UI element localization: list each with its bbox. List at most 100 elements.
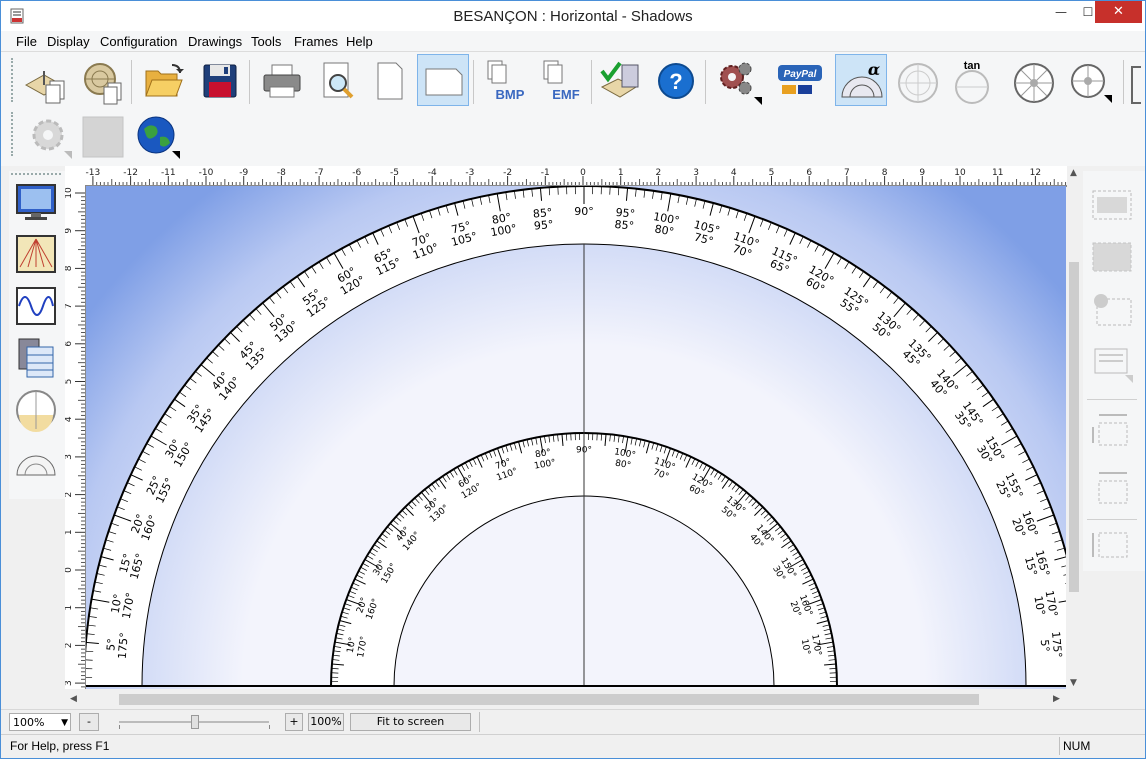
outer-label-primary: 90° (574, 205, 594, 218)
shape-insert-button[interactable] (1087, 287, 1137, 333)
landscape-button[interactable] (417, 54, 469, 106)
ruler-label: 0 (65, 567, 74, 573)
export-bmp-button[interactable]: BMP (481, 54, 533, 106)
toolbar-grip[interactable] (11, 58, 16, 102)
menu-frames[interactable]: Frames (294, 34, 338, 49)
chevron-down-icon: ▼ (61, 718, 68, 728)
image-block-button[interactable] (1087, 235, 1137, 281)
scroll-right-arrow[interactable]: ▶ (1053, 694, 1060, 704)
scroll-down-arrow[interactable]: ▼ (1070, 678, 1077, 688)
horizontal-scroll-thumb[interactable] (119, 694, 979, 705)
print-preview-button[interactable] (311, 54, 363, 106)
status-help-text: For Help, press F1 (10, 739, 110, 753)
ruler-label: -12 (123, 168, 138, 178)
list-insert-button[interactable] (1087, 339, 1137, 385)
settings-gears-icon (720, 62, 762, 105)
toolbar-area: BMP EMF ? PayPal α tan (1, 51, 1145, 166)
help-button[interactable]: ? (649, 54, 701, 106)
blank-tile-button[interactable] (77, 110, 129, 162)
calculate-button[interactable] (595, 54, 647, 106)
vertical-scrollbar[interactable]: ▲ ▼ (1067, 166, 1081, 691)
open-button[interactable] (137, 54, 189, 106)
protractor-button[interactable] (13, 439, 59, 485)
donate-button[interactable]: PayPal (773, 54, 825, 106)
puzzle-gear-button[interactable] (23, 110, 75, 162)
globe-icon (137, 116, 180, 159)
ruler-label: 0 (580, 168, 586, 178)
circle-grid-button[interactable] (891, 54, 943, 106)
height-arrows-button[interactable] (1087, 523, 1137, 569)
ruler-label: 1 (65, 605, 74, 611)
ruler-label: 10 (954, 168, 966, 178)
close-button[interactable]: ✕ (1095, 1, 1142, 23)
ruler-bg (65, 186, 85, 689)
ruler-label: -1 (541, 168, 550, 178)
monitor-grid-icon (16, 184, 56, 220)
dial-drum-button[interactable] (13, 387, 59, 433)
new-sundial-icon (24, 71, 65, 104)
minimize-button[interactable]: — (1047, 1, 1075, 23)
sundial-lines-button[interactable] (13, 231, 59, 277)
sine-wave-button[interactable] (13, 283, 59, 329)
toolbar-overflow-chevron[interactable] (1131, 66, 1141, 104)
ruler-label: -8 (277, 168, 286, 178)
fit-to-screen-button[interactable]: Fit to screen (350, 713, 471, 731)
print-button[interactable] (255, 54, 307, 106)
menu-file[interactable]: File (16, 34, 37, 49)
new-astrolabe-icon (84, 63, 122, 105)
menu-display[interactable]: Display (47, 34, 90, 49)
zoom-out-button[interactable]: - (79, 713, 99, 731)
save-button[interactable] (193, 54, 245, 106)
menu-tools[interactable]: Tools (251, 34, 281, 49)
sine-wave-icon (16, 287, 56, 325)
title-bar: BESANÇON : Horizontal - Shadows — ☐ ✕ (1, 1, 1145, 31)
calculator-table-button[interactable] (13, 335, 59, 381)
circle-grid-icon (898, 63, 938, 103)
monitor-grid-button[interactable] (13, 179, 59, 225)
outer-label-secondary: 95° (533, 218, 554, 233)
zoom-in-button[interactable]: + (285, 713, 303, 731)
scroll-up-arrow[interactable]: ▲ (1070, 168, 1077, 178)
settings-button[interactable] (711, 54, 763, 106)
globe-button[interactable] (131, 110, 183, 162)
width-arrows-button[interactable] (1087, 407, 1137, 453)
sundial-lines-icon (16, 235, 56, 273)
drawing-canvas[interactable]: 5°175°10°170°15°165°20°160°25°155°30°150… (86, 186, 1066, 689)
new-sundial-button[interactable] (19, 54, 71, 106)
tangent-scale-button[interactable]: tan (945, 54, 997, 106)
portrait-button[interactable] (363, 54, 415, 106)
zoom-select[interactable]: 100% ▼ (9, 713, 71, 731)
scroll-left-arrow[interactable]: ◀ (70, 694, 77, 704)
vertical-scroll-thumb[interactable] (1069, 262, 1079, 592)
height-width-button[interactable] (1087, 465, 1137, 511)
print-preview-icon (323, 62, 354, 99)
tangent-scale-icon: tan (955, 60, 989, 104)
menu-help[interactable]: Help (346, 34, 373, 49)
menu-configuration[interactable]: Configuration (100, 34, 177, 49)
new-astrolabe-button[interactable] (75, 54, 127, 106)
zoom-slider-thumb[interactable] (191, 715, 199, 729)
outer-label-secondary: 175° (116, 632, 131, 660)
ruler-label: 5 (65, 379, 74, 385)
horizontal-scrollbar[interactable]: ◀ ▶ (65, 691, 1067, 708)
toolbar2-grip[interactable] (11, 112, 16, 156)
wheel-scale-icon (1014, 63, 1054, 103)
alpha-protractor-button[interactable]: α (835, 54, 887, 106)
text-label-button[interactable] (1087, 183, 1137, 229)
page-portrait-icon (377, 62, 403, 100)
wheel-scale-button[interactable] (1007, 54, 1059, 106)
zoom-100-button[interactable]: 100% (308, 713, 344, 731)
image-block-icon (1092, 242, 1132, 272)
calculator-table-icon (18, 338, 54, 378)
horizontal-ruler: -13 -12 -11 -10 -9 -8 -7 -6 -5 -4 -3 -2 -1 0 1 2 3 4 5 6 7 8 9… (85, 166, 1067, 187)
ruler-label: 7 (844, 168, 850, 178)
ruler-corner (65, 166, 85, 186)
wheel-scale-menu-button[interactable] (1063, 54, 1115, 106)
paypal-donate-icon: PayPal (778, 65, 822, 94)
help-glyph: ? (669, 69, 682, 94)
menu-drawings[interactable]: Drawings (188, 34, 242, 49)
ruler-label: 8 (65, 265, 74, 271)
export-emf-button[interactable]: EMF (537, 54, 589, 106)
bmp-label: BMP (496, 87, 525, 102)
zoom-select-value: 100% (13, 716, 45, 729)
